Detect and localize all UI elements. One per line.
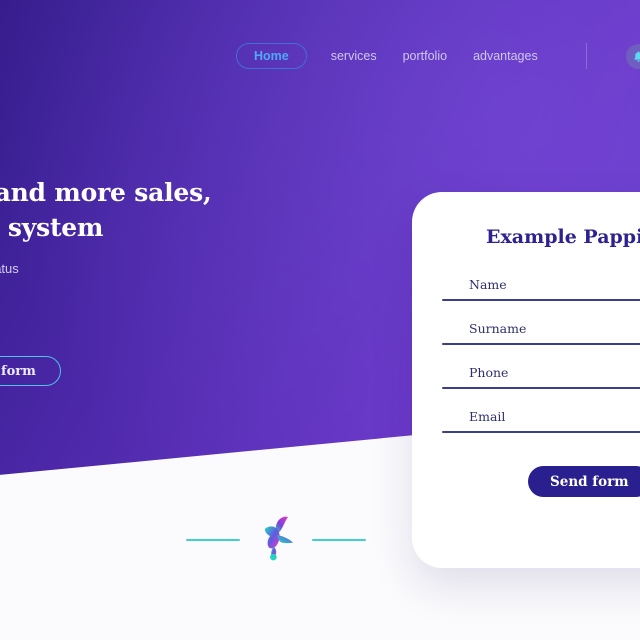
form-field-email: Email xyxy=(442,409,640,433)
page-root: Home services portfolio advantages Login… xyxy=(0,0,640,640)
form-field-surname: Surname xyxy=(442,321,640,345)
form-card: Example PappiForm Name Surname Phone Ema… xyxy=(412,192,640,568)
hero-headline-line-1: ...ork and more sales, xyxy=(0,178,212,207)
form-field-surname-label: Surname xyxy=(469,321,527,336)
form-field-name-label: Name xyxy=(469,277,507,292)
nav-item-home[interactable]: Home xyxy=(236,42,307,70)
nav-divider xyxy=(585,43,587,69)
logo-rule-left xyxy=(186,539,240,541)
form-field-name-input[interactable] xyxy=(442,299,640,301)
bell-icon xyxy=(634,50,640,62)
buy-our-form-button[interactable]: Buy our form xyxy=(0,356,61,386)
hero-headline-line-2: ...appi system xyxy=(0,212,104,242)
form-field-phone-input[interactable] xyxy=(442,387,640,389)
form-field-name: Name xyxy=(442,277,640,301)
social-links xyxy=(0,301,334,328)
nav-item-portfolio[interactable]: portfolio xyxy=(401,45,449,68)
hummingbird-logo-icon xyxy=(264,516,294,561)
nav-item-services[interactable]: services xyxy=(329,45,379,68)
nav-links-group: Home services portfolio advantages Login xyxy=(236,42,640,70)
hero-copy: ...ork and more sales, ...appi system ..… xyxy=(0,176,334,386)
form-field-email-input[interactable] xyxy=(442,431,640,433)
form-field-email-label: Email xyxy=(469,409,506,424)
top-navigation: Home services portfolio advantages Login xyxy=(0,42,640,70)
hero-subheading: ...omnis iste natus xyxy=(0,261,19,276)
form-title: Example PappiForm xyxy=(486,226,640,248)
form-field-surname-input[interactable] xyxy=(442,343,640,345)
logo-rule-right xyxy=(312,539,366,541)
footer-logo-row xyxy=(186,515,366,565)
notifications-button[interactable] xyxy=(625,43,640,69)
nav-item-advantages[interactable]: advantages xyxy=(471,45,540,68)
form-field-phone: Phone xyxy=(442,365,640,389)
form-field-phone-label: Phone xyxy=(469,365,509,380)
send-form-button[interactable]: Send form xyxy=(528,466,640,497)
